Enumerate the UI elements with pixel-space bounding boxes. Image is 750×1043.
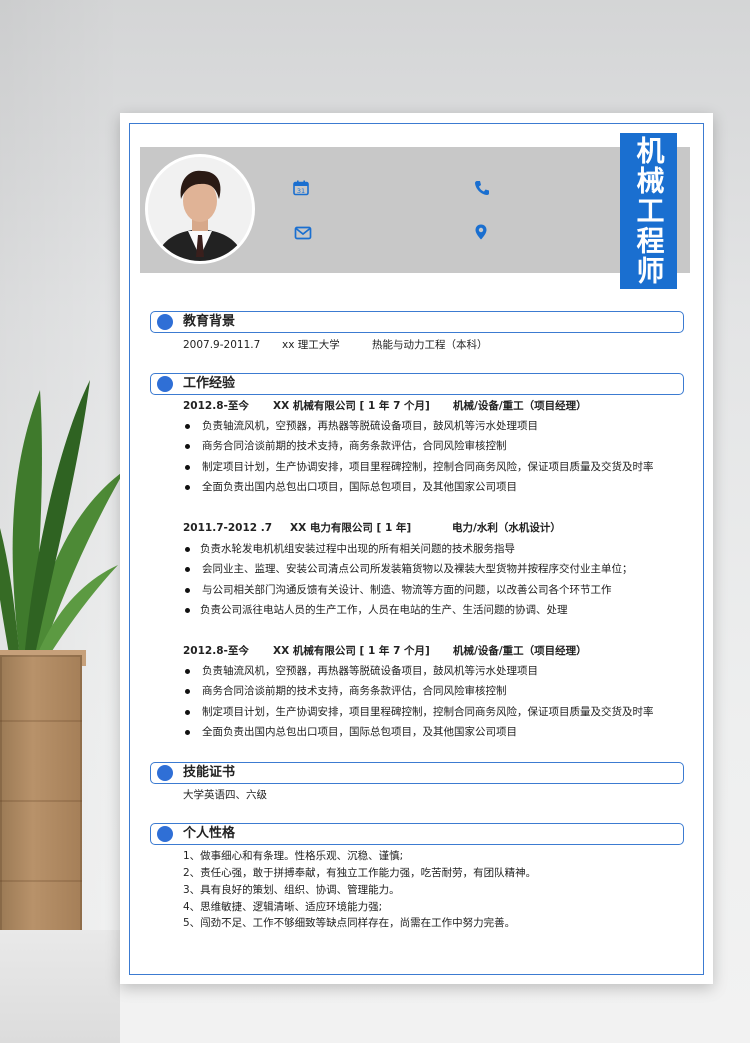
calendar-icon: 31 [293, 180, 309, 196]
bullet-dot [185, 444, 190, 449]
shelf [0, 930, 120, 1043]
job-bullet: 制定项目计划，生产协调安排，项目里程碑控制，控制合同商务风险，保证项目质量及交货… [202, 706, 654, 718]
bullet-dot [185, 547, 190, 552]
pot-grain [0, 880, 82, 882]
job-bullet: 负责轴流风机，空预器，再热器等脱硫设备项目，鼓风机等污水处理项目 [202, 420, 538, 432]
job-company: XX 机械有限公司 [ 1 年 7 个月] [273, 645, 430, 657]
education-period: 2007.9-2011.7 [183, 339, 261, 351]
job-title: 机械工程师 [632, 136, 666, 286]
personality-item: 4、思维敏捷、逻辑清晰、适应环境能力强; [183, 901, 383, 913]
job-bullet: 负责公司派往电站人员的生产工作，人员在电站的生产、生活问题的协调、处理 [200, 604, 568, 616]
phone-icon [475, 181, 489, 195]
bullet-dot [185, 689, 190, 694]
section-dot [157, 765, 173, 781]
job-bullet: 商务合同洽谈前期的技术支持，商务条款评估，合同风险审核控制 [202, 440, 507, 452]
personality-item: 5、闯劲不足、工作不够细致等缺点同样存在，尚需在工作中努力完善。 [183, 917, 516, 929]
personality-item: 2、责任心强，敢于拼搏奉献，有独立工作能力强，吃苦耐劳，有团队精神。 [183, 867, 537, 879]
avatar [145, 154, 255, 264]
email-icon [294, 226, 312, 240]
bullet-dot [185, 424, 190, 429]
job-company: XX 电力有限公司 [ 1 年] [290, 522, 412, 534]
wooden-pot [0, 655, 82, 940]
job-bullet: 制定项目计划，生产协调安排，项目里程碑控制，控制合同商务风险，保证项目质量及交货… [202, 461, 654, 473]
job-bullet: 负责轴流风机，空预器，再热器等脱硫设备项目，鼓风机等污水处理项目 [202, 665, 538, 677]
bullet-dot [185, 730, 190, 735]
education-header: 教育背景 [150, 311, 684, 333]
job-bullet: 全面负责出国内总包出口项目，国际总包项目，及其他国家公司项目 [202, 481, 517, 493]
job-bullet: 会同业主、监理、安装公司清点公司所发装箱货物以及裸装大型货物并按程序交付业主单位… [202, 563, 633, 575]
skills-title: 技能证书 [183, 765, 236, 780]
bullet-dot [185, 485, 190, 490]
bullet-dot [185, 710, 190, 715]
section-dot [157, 826, 173, 842]
education-major: 热能与动力工程（本科） [372, 339, 488, 351]
bullet-dot [185, 669, 190, 674]
section-dot [157, 314, 173, 330]
job-period: 2011.7-2012 .7 [183, 522, 273, 534]
job-bullet: 商务合同洽谈前期的技术支持，商务条款评估，合同风险审核控制 [202, 685, 507, 697]
pot-grain [0, 720, 82, 722]
bullet-dot [185, 567, 190, 572]
job-bullet: 负责水轮发电机机组安装过程中出现的所有相关问题的技术服务指导 [200, 543, 515, 555]
job-bullet: 与公司相关部门沟通反馈有关设计、制造、物流等方面的问题，以改善公司各个环节工作 [202, 584, 612, 596]
job-bullet: 全面负责出国内总包出口项目，国际总包项目，及其他国家公司项目 [202, 726, 517, 738]
personality-title: 个人性格 [183, 826, 236, 841]
plant-decoration [0, 380, 125, 662]
education-title: 教育背景 [183, 314, 236, 329]
personality-header: 个人性格 [150, 823, 684, 845]
skills-text: 大学英语四、六级 [183, 789, 267, 801]
skills-header: 技能证书 [150, 762, 684, 784]
job-role: 机械/设备/重工（项目经理） [453, 400, 587, 412]
work-title: 工作经验 [183, 376, 236, 391]
svg-text:31: 31 [297, 187, 305, 195]
job-period: 2012.8-至今 [183, 400, 249, 412]
job-company: XX 机械有限公司 [ 1 年 7 个月] [273, 400, 430, 412]
section-dot [157, 376, 173, 392]
resume-paper: 机械工程师 31 教育背景 2007.9-2011.7 xx 理工大学 热能与动… [120, 113, 713, 984]
job-title-box: 机械工程师 [620, 133, 677, 289]
bullet-dot [185, 465, 190, 470]
location-icon [475, 224, 487, 240]
job-role: 电力/水利（水机设计） [452, 522, 561, 534]
personality-item: 3、具有良好的策划、组织、协调、管理能力。 [183, 884, 400, 896]
bullet-dot [185, 588, 190, 593]
bullet-dot [185, 608, 190, 613]
job-role: 机械/设备/重工（项目经理） [453, 645, 587, 657]
job-period: 2012.8-至今 [183, 645, 249, 657]
education-school: xx 理工大学 [282, 339, 340, 351]
personality-item: 1、做事细心和有条理。性格乐观、沉稳、谨慎; [183, 850, 404, 862]
pot-grain [0, 800, 82, 802]
work-header: 工作经验 [150, 373, 684, 395]
